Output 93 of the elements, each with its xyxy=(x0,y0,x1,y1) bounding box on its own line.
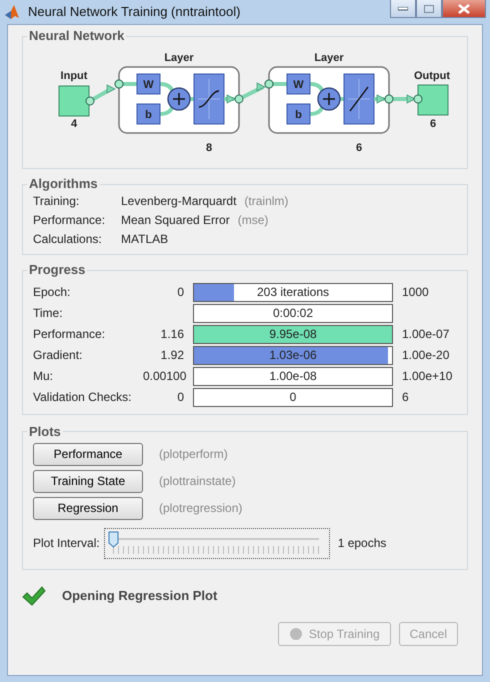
connection-node xyxy=(86,96,94,106)
minimum-value: 0.00100 xyxy=(143,368,188,386)
algorithm-label: Performance: xyxy=(33,212,106,229)
connector-line xyxy=(310,82,325,94)
algorithm-label: Training: xyxy=(33,192,80,210)
input-label: Input xyxy=(60,70,88,82)
maximum-value: 1.00e-20 xyxy=(401,347,450,364)
window-title: Neural Network Training (nntraintool) xyxy=(28,3,240,22)
sum-icon xyxy=(167,88,191,111)
connection-node xyxy=(234,94,244,104)
bias-block xyxy=(286,104,310,125)
bias-block xyxy=(136,104,160,125)
stop-icon xyxy=(288,626,303,641)
progress-label: Gradient: xyxy=(33,347,84,364)
section-title: Neural Network xyxy=(28,29,126,44)
status-message: Opening Regression Plot xyxy=(62,587,218,606)
output-size: 6 xyxy=(430,118,436,130)
connector-line xyxy=(160,82,175,94)
algorithm-value: Mean Squared Error xyxy=(121,212,230,229)
sigmoid-transfer-icon xyxy=(194,74,224,125)
sum-icon xyxy=(317,88,341,111)
input-block xyxy=(58,86,90,117)
plot-interval-slider[interactable] xyxy=(104,528,330,559)
progress-label: Epoch: xyxy=(33,284,72,302)
connector-line xyxy=(393,97,413,102)
function-name: (plotperform) xyxy=(159,446,228,464)
weight-label: W xyxy=(293,79,304,92)
function-name: (mse) xyxy=(238,212,268,229)
progress-label: Mu: xyxy=(33,368,54,386)
arrow-icon xyxy=(226,94,236,104)
layer-size: 6 xyxy=(356,142,362,154)
weight-block xyxy=(286,74,310,95)
progress-bar: 0 xyxy=(193,388,393,407)
minimum-value: 0 xyxy=(176,389,185,406)
close-icon xyxy=(458,4,470,14)
progress-bar: 0:00:02 xyxy=(193,304,393,323)
app-icon xyxy=(4,4,20,20)
connector-line xyxy=(374,97,384,102)
maximum-value: 6 xyxy=(401,389,409,406)
arrow-icon xyxy=(256,82,266,92)
maximum-value: 1.00e-07 xyxy=(401,326,450,344)
algorithm-value: Levenberg-Marquardt xyxy=(121,192,236,210)
algorithm-label: Calculations: xyxy=(33,230,103,248)
slider-thumb[interactable] xyxy=(108,530,119,548)
layer-label: Layer xyxy=(314,52,344,64)
progress-label: Time: xyxy=(33,305,64,322)
function-name: (trainlm) xyxy=(244,192,288,210)
layer-label: Layer xyxy=(164,52,194,64)
connector-line xyxy=(242,86,264,100)
arrow-icon xyxy=(106,84,116,94)
maximize-button[interactable] xyxy=(416,0,442,18)
output-label: Output xyxy=(414,70,450,82)
weight-label: W xyxy=(143,79,154,92)
arrow-icon xyxy=(406,94,416,104)
progress-label: Performance: xyxy=(33,326,106,344)
plot-button[interactable]: Training State xyxy=(33,470,143,493)
maximize-icon xyxy=(424,4,434,12)
input-size: 4 xyxy=(70,118,78,130)
algorithm-value: MATLAB xyxy=(121,230,168,248)
section-title: Plots xyxy=(28,424,62,439)
maximum-value: 1000 xyxy=(401,284,429,302)
progress-bar: 1.03e-06 xyxy=(193,346,393,365)
section-title: Progress xyxy=(28,263,86,278)
progress-label: Validation Checks: xyxy=(33,389,132,406)
linear-transfer-icon xyxy=(344,74,374,125)
weight-block xyxy=(136,74,160,95)
connector-line xyxy=(224,97,234,102)
function-name: (plotregression) xyxy=(159,500,242,518)
progress-bar: 1.00e-08 xyxy=(193,366,393,386)
progress-bar: 203 iterations xyxy=(193,282,393,302)
arrow-icon xyxy=(376,94,386,104)
layer-size: 8 xyxy=(206,142,212,154)
plot-button[interactable]: Regression xyxy=(33,496,143,520)
section-title: Algorithms xyxy=(28,177,99,192)
minimize-icon xyxy=(398,6,408,10)
plot-button[interactable]: Performance xyxy=(33,442,143,466)
function-name: (plottrainstate) xyxy=(159,473,236,490)
connection-node xyxy=(414,94,422,104)
bias-label: b xyxy=(145,109,152,122)
bias-label: b xyxy=(295,109,302,122)
output-block xyxy=(418,84,448,116)
minimum-value: 0 xyxy=(176,284,185,302)
checkmark-icon xyxy=(22,586,46,606)
progress-bar: 9.95e-08 xyxy=(193,324,393,344)
connector-line xyxy=(160,104,175,116)
connector-line xyxy=(310,104,325,116)
minimize-button[interactable] xyxy=(390,0,416,18)
close-button[interactable] xyxy=(442,0,486,18)
interval-reading: 1 epochs xyxy=(338,535,386,552)
maximum-value: 1.00e+10 xyxy=(401,368,452,386)
minimum-value: 1.16 xyxy=(160,326,185,344)
plot-interval-label: Plot Interval: xyxy=(33,535,100,552)
minimum-value: 1.92 xyxy=(160,347,185,364)
